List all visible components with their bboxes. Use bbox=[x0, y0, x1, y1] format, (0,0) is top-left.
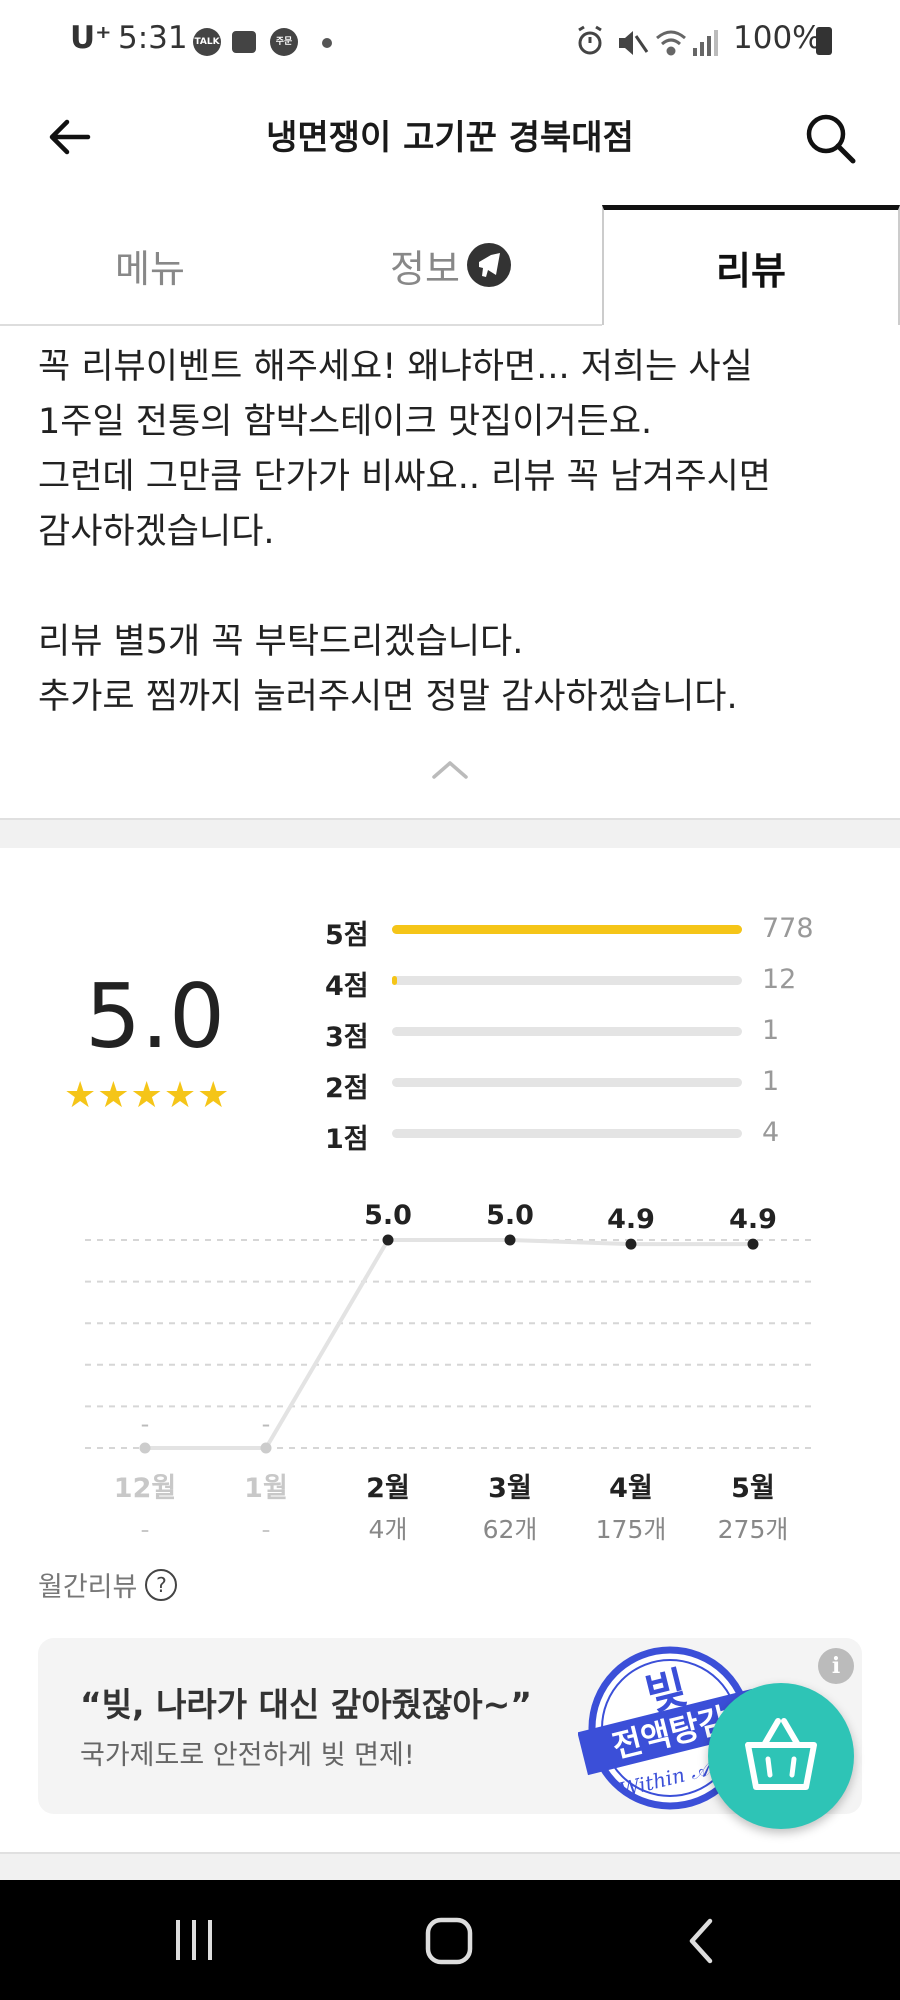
rating-row-label: 1점 bbox=[325, 1124, 369, 1155]
carrier-label: U⁺ bbox=[70, 20, 112, 56]
data-point bbox=[260, 1442, 272, 1454]
android-nav-bar bbox=[0, 1880, 900, 2000]
notice-line: 1주일 전통의 함박스테이크 맛집이거든요. bbox=[38, 402, 653, 442]
notice-line: 추가로 찜까지 눌러주시면 정말 감사하겠습니다. bbox=[38, 677, 738, 717]
review-count-label: - bbox=[140, 1515, 149, 1544]
rating-row-count: 1 bbox=[762, 1066, 780, 1097]
tab-review[interactable]: 리뷰 bbox=[602, 205, 900, 325]
banner-subtitle: 국가제도로 안전하게 빚 면제! bbox=[80, 1740, 415, 1771]
x-tick-label: 12월 bbox=[114, 1473, 176, 1504]
banner-quote: “빚, 나라가 대신 갚아줬잖아~” bbox=[80, 1685, 532, 1724]
data-label: 5.0 bbox=[364, 1200, 412, 1231]
recent-apps-icon[interactable] bbox=[172, 1916, 218, 1964]
data-label: 4.9 bbox=[607, 1204, 655, 1235]
rating-row-label: 2점 bbox=[325, 1073, 369, 1104]
rating-series-line bbox=[145, 1238, 753, 1450]
battery-percent: 100% bbox=[733, 20, 822, 56]
back-icon[interactable] bbox=[684, 1916, 720, 1966]
search-icon[interactable] bbox=[802, 110, 858, 166]
section-divider bbox=[0, 818, 900, 848]
rating-row-label: 3점 bbox=[325, 1022, 369, 1053]
rating-row-count: 12 bbox=[762, 964, 797, 995]
data-point bbox=[382, 1234, 394, 1246]
data-point bbox=[747, 1238, 759, 1250]
star-rating: ★★★★★ bbox=[64, 1075, 231, 1116]
monthly-rating-chart: - 12월 - - 1월 - 5.0 2월 4개 5.0 3월 62개 4.9 4월 175개 4.9 5월 27… bbox=[85, 1200, 815, 1544]
review-count-label: - bbox=[261, 1515, 270, 1544]
tab-label: 정보 bbox=[390, 246, 460, 291]
rating-bar-track bbox=[392, 1129, 742, 1138]
rating-row-count: 778 bbox=[762, 913, 814, 944]
monthly-review-text: 월간리뷰 bbox=[38, 1572, 138, 1603]
data-point bbox=[504, 1234, 516, 1246]
notice-line: 그런데 그만큼 단가가 비싸요.. 리뷰 꼭 남겨주시면 bbox=[38, 457, 772, 497]
data-label: 5.0 bbox=[486, 1200, 534, 1231]
x-tick-label: 2월 bbox=[366, 1473, 410, 1504]
data-point bbox=[139, 1442, 151, 1454]
average-score: 5.0 bbox=[85, 965, 225, 1068]
x-tick-label: 1월 bbox=[244, 1473, 288, 1504]
rating-bar-track bbox=[392, 976, 742, 985]
notice-line: 꼭 리뷰이벤트 해주세요! 왜냐하면... 저희는 사실 bbox=[38, 347, 753, 387]
cart-button[interactable] bbox=[708, 1683, 854, 1829]
image-icon bbox=[232, 31, 256, 53]
rating-bar-track bbox=[392, 925, 742, 934]
tab-underline-divider bbox=[0, 324, 602, 326]
megaphone-icon bbox=[466, 243, 511, 287]
wifi-icon bbox=[656, 30, 686, 56]
review-count-label: 175개 bbox=[596, 1515, 667, 1544]
x-tick-label: 3월 bbox=[488, 1473, 532, 1504]
order-icon: 주문 bbox=[270, 28, 298, 56]
x-tick-label: 5월 bbox=[731, 1473, 775, 1504]
data-point bbox=[625, 1238, 637, 1250]
tab-menu[interactable]: 메뉴 bbox=[0, 205, 300, 325]
dot-icon bbox=[322, 38, 332, 48]
chevron-up-icon[interactable] bbox=[430, 757, 470, 782]
rating-bar-fill bbox=[392, 976, 398, 985]
review-count-label: 62개 bbox=[483, 1515, 538, 1544]
data-label: 4.9 bbox=[729, 1204, 777, 1235]
rating-row-count: 4 bbox=[762, 1117, 780, 1148]
mute-icon bbox=[619, 31, 649, 55]
page-title: 냉면쟁이 고기꾼 경북대점 bbox=[266, 118, 634, 158]
alarm-icon bbox=[578, 25, 602, 55]
talk-icon: TALK bbox=[193, 28, 221, 56]
data-label: - bbox=[262, 1410, 271, 1438]
notice-line bbox=[38, 560, 868, 615]
tab-label: 메뉴 bbox=[115, 246, 185, 291]
notice-line: 리뷰 별5개 꼭 부탁드리겠습니다. bbox=[38, 622, 524, 662]
rating-row-count: 1 bbox=[762, 1015, 780, 1046]
rating-row-label: 4점 bbox=[325, 971, 369, 1002]
monthly-review-label[interactable]: 월간리뷰 ? bbox=[38, 1565, 178, 1604]
basket-icon bbox=[745, 1718, 817, 1790]
rating-row-label: 5점 bbox=[325, 920, 369, 951]
rating-bar-track bbox=[392, 1078, 742, 1087]
battery-icon bbox=[816, 27, 832, 55]
x-tick-label: 4월 bbox=[609, 1473, 653, 1504]
tab-info[interactable]: 정보 bbox=[300, 205, 602, 325]
notice-line: 감사하겠습니다. bbox=[38, 512, 275, 552]
help-icon[interactable]: ? bbox=[145, 1568, 178, 1601]
info-icon[interactable]: i bbox=[818, 1648, 854, 1684]
data-label: - bbox=[141, 1410, 150, 1438]
review-count-label: 4개 bbox=[369, 1515, 408, 1544]
app-header: 냉면쟁이 고기꾼 경북대점 bbox=[0, 80, 900, 190]
tab-bar: 메뉴 정보 리뷰 bbox=[0, 205, 900, 325]
owner-notice: 꼭 리뷰이벤트 해주세요! 왜냐하면... 저희는 사실 1주일 전통의 함박스… bbox=[38, 340, 868, 725]
review-count-label: 275개 bbox=[718, 1515, 789, 1544]
clock: 5:31 bbox=[118, 20, 188, 56]
section-divider bbox=[0, 1852, 900, 1882]
rating-bar-track bbox=[392, 1027, 742, 1036]
rating-bar-fill bbox=[392, 925, 742, 934]
home-icon[interactable] bbox=[424, 1916, 474, 1966]
status-bar: U⁺ 5:31 TALK 주문 100% bbox=[0, 0, 900, 80]
signal-icon bbox=[693, 30, 718, 56]
tab-label: 리뷰 bbox=[716, 249, 786, 293]
